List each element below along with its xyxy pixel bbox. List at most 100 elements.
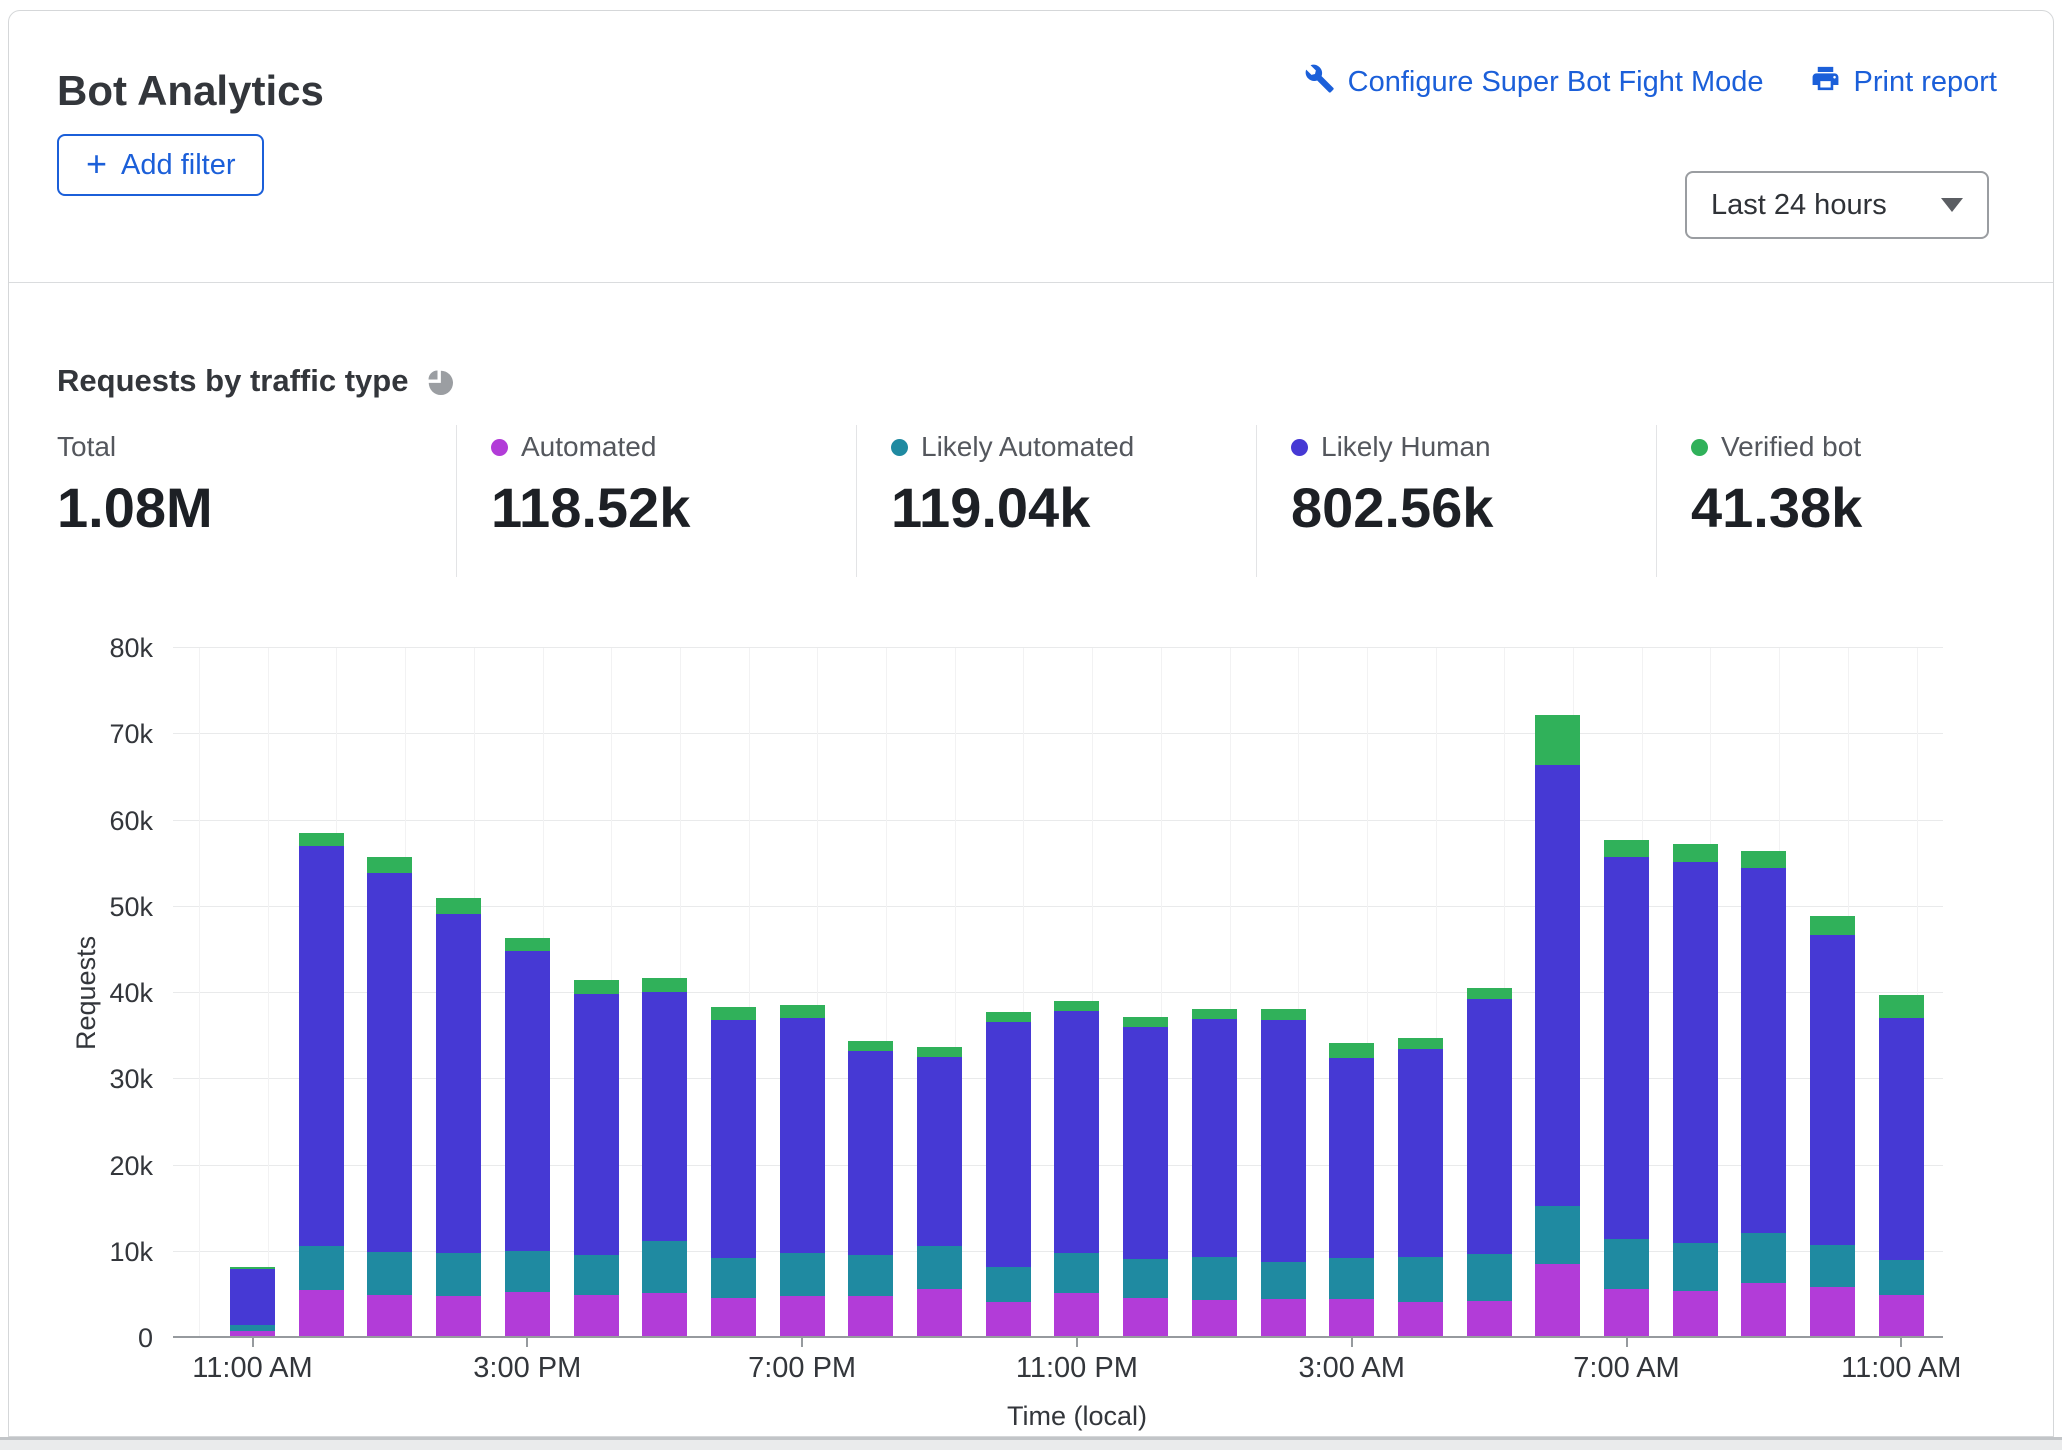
bar-segment-automated[interactable] bbox=[1741, 1283, 1786, 1337]
configure-super-bot-fight-mode-link[interactable]: Configure Super Bot Fight Mode bbox=[1304, 63, 1764, 102]
bar-segment-verified-bot[interactable] bbox=[1123, 1017, 1168, 1027]
bar-segment-likely-automated[interactable] bbox=[1535, 1206, 1580, 1264]
add-filter-button[interactable]: + Add filter bbox=[57, 134, 264, 196]
bar-1-00-am[interactable] bbox=[1192, 1009, 1237, 1336]
bar-11-00-pm[interactable] bbox=[1054, 1001, 1099, 1336]
bar-segment-verified-bot[interactable] bbox=[1467, 988, 1512, 999]
bar-segment-likely-human[interactable] bbox=[299, 846, 344, 1246]
bar-segment-likely-automated[interactable] bbox=[1054, 1253, 1099, 1293]
bar-12-00-pm[interactable] bbox=[299, 833, 344, 1336]
bar-9-00-pm[interactable] bbox=[917, 1047, 962, 1336]
bar-segment-likely-automated[interactable] bbox=[1879, 1260, 1924, 1295]
bar-segment-verified-bot[interactable] bbox=[917, 1047, 962, 1057]
bar-segment-verified-bot[interactable] bbox=[1398, 1038, 1443, 1049]
bar-segment-automated[interactable] bbox=[1535, 1264, 1580, 1337]
bar-segment-automated[interactable] bbox=[367, 1295, 412, 1336]
bar-3-00-am[interactable] bbox=[1329, 1043, 1374, 1336]
bar-segment-likely-automated[interactable] bbox=[986, 1267, 1031, 1302]
bar-segment-likely-automated[interactable] bbox=[711, 1258, 756, 1299]
bar-segment-verified-bot[interactable] bbox=[986, 1012, 1031, 1022]
bar-segment-likely-human[interactable] bbox=[1535, 765, 1580, 1206]
bar-segment-verified-bot[interactable] bbox=[436, 898, 481, 914]
bar-segment-verified-bot[interactable] bbox=[1741, 851, 1786, 867]
bar-segment-verified-bot[interactable] bbox=[1261, 1009, 1306, 1020]
bar-segment-verified-bot[interactable] bbox=[1879, 995, 1924, 1017]
bar-segment-likely-automated[interactable] bbox=[917, 1246, 962, 1289]
bar-segment-likely-automated[interactable] bbox=[1123, 1259, 1168, 1298]
bar-7-00-am[interactable] bbox=[1604, 840, 1649, 1336]
bar-segment-automated[interactable] bbox=[917, 1289, 962, 1336]
bar-segment-likely-human[interactable] bbox=[1398, 1049, 1443, 1257]
bar-segment-likely-automated[interactable] bbox=[1192, 1257, 1237, 1300]
bar-segment-verified-bot[interactable] bbox=[1054, 1001, 1099, 1011]
bar-segment-likely-automated[interactable] bbox=[1329, 1258, 1374, 1299]
bar-segment-verified-bot[interactable] bbox=[1535, 715, 1580, 765]
bar-segment-automated[interactable] bbox=[505, 1292, 550, 1336]
bar-segment-likely-human[interactable] bbox=[436, 914, 481, 1253]
bar-segment-likely-human[interactable] bbox=[1329, 1058, 1374, 1257]
bar-2-00-am[interactable] bbox=[1261, 1009, 1306, 1336]
bar-segment-likely-automated[interactable] bbox=[367, 1252, 412, 1295]
bar-8-00-pm[interactable] bbox=[848, 1041, 893, 1336]
bar-segment-likely-human[interactable] bbox=[642, 992, 687, 1241]
bar-segment-likely-automated[interactable] bbox=[1398, 1257, 1443, 1303]
bar-segment-automated[interactable] bbox=[642, 1293, 687, 1336]
bar-segment-likely-human[interactable] bbox=[780, 1018, 825, 1254]
bar-segment-likely-human[interactable] bbox=[1467, 999, 1512, 1254]
bar-segment-automated[interactable] bbox=[848, 1296, 893, 1336]
bar-segment-verified-bot[interactable] bbox=[780, 1005, 825, 1018]
bar-1-00-pm[interactable] bbox=[367, 857, 412, 1336]
bar-segment-verified-bot[interactable] bbox=[1604, 840, 1649, 856]
bar-segment-likely-automated[interactable] bbox=[780, 1253, 825, 1296]
bar-segment-likely-human[interactable] bbox=[711, 1020, 756, 1257]
bar-segment-verified-bot[interactable] bbox=[1192, 1009, 1237, 1019]
bar-segment-automated[interactable] bbox=[230, 1331, 275, 1336]
bar-segment-likely-human[interactable] bbox=[367, 873, 412, 1252]
bar-segment-automated[interactable] bbox=[1054, 1293, 1099, 1336]
bar-segment-automated[interactable] bbox=[1467, 1301, 1512, 1336]
bar-segment-automated[interactable] bbox=[780, 1296, 825, 1336]
bar-segment-likely-human[interactable] bbox=[1192, 1019, 1237, 1257]
bar-segment-verified-bot[interactable] bbox=[1673, 844, 1718, 862]
bar-segment-automated[interactable] bbox=[1604, 1289, 1649, 1336]
bar-segment-automated[interactable] bbox=[1123, 1298, 1168, 1336]
bar-segment-likely-human[interactable] bbox=[1123, 1027, 1168, 1259]
bar-segment-automated[interactable] bbox=[1192, 1300, 1237, 1336]
bar-segment-likely-automated[interactable] bbox=[505, 1251, 550, 1292]
bar-segment-likely-human[interactable] bbox=[1261, 1020, 1306, 1262]
bar-segment-likely-automated[interactable] bbox=[574, 1255, 619, 1295]
bar-segment-verified-bot[interactable] bbox=[367, 857, 412, 873]
bar-10-00-pm[interactable] bbox=[986, 1012, 1031, 1336]
bar-segment-likely-human[interactable] bbox=[1673, 862, 1718, 1242]
bar-segment-verified-bot[interactable] bbox=[848, 1041, 893, 1051]
bar-3-00-pm[interactable] bbox=[505, 938, 550, 1336]
bar-segment-likely-automated[interactable] bbox=[299, 1246, 344, 1290]
bar-segment-likely-automated[interactable] bbox=[1673, 1243, 1718, 1291]
bar-segment-automated[interactable] bbox=[574, 1295, 619, 1336]
bar-segment-verified-bot[interactable] bbox=[574, 980, 619, 994]
bar-segment-automated[interactable] bbox=[299, 1290, 344, 1336]
bar-segment-automated[interactable] bbox=[1810, 1287, 1855, 1336]
bar-segment-automated[interactable] bbox=[1673, 1291, 1718, 1336]
bar-11-00-am[interactable] bbox=[1879, 995, 1924, 1336]
bar-segment-likely-human[interactable] bbox=[986, 1022, 1031, 1267]
bar-segment-likely-automated[interactable] bbox=[1741, 1233, 1786, 1283]
bar-segment-verified-bot[interactable] bbox=[299, 833, 344, 846]
bar-segment-likely-human[interactable] bbox=[574, 994, 619, 1255]
bar-segment-verified-bot[interactable] bbox=[711, 1007, 756, 1020]
bar-segment-automated[interactable] bbox=[1329, 1299, 1374, 1336]
bar-segment-likely-human[interactable] bbox=[1604, 857, 1649, 1240]
bar-2-00-pm[interactable] bbox=[436, 898, 481, 1336]
bar-segment-automated[interactable] bbox=[1879, 1295, 1924, 1336]
bar-5-00-pm[interactable] bbox=[642, 978, 687, 1336]
bar-segment-likely-automated[interactable] bbox=[1467, 1254, 1512, 1301]
bar-segment-likely-human[interactable] bbox=[230, 1269, 275, 1325]
bar-segment-verified-bot[interactable] bbox=[642, 978, 687, 992]
bar-segment-automated[interactable] bbox=[986, 1302, 1031, 1336]
bar-segment-likely-automated[interactable] bbox=[1604, 1239, 1649, 1289]
bar-segment-likely-automated[interactable] bbox=[1810, 1245, 1855, 1287]
bar-5-00-am[interactable] bbox=[1467, 988, 1512, 1336]
bar-4-00-pm[interactable] bbox=[574, 980, 619, 1336]
bar-segment-likely-automated[interactable] bbox=[848, 1255, 893, 1296]
bar-10-00-am[interactable] bbox=[1810, 916, 1855, 1336]
